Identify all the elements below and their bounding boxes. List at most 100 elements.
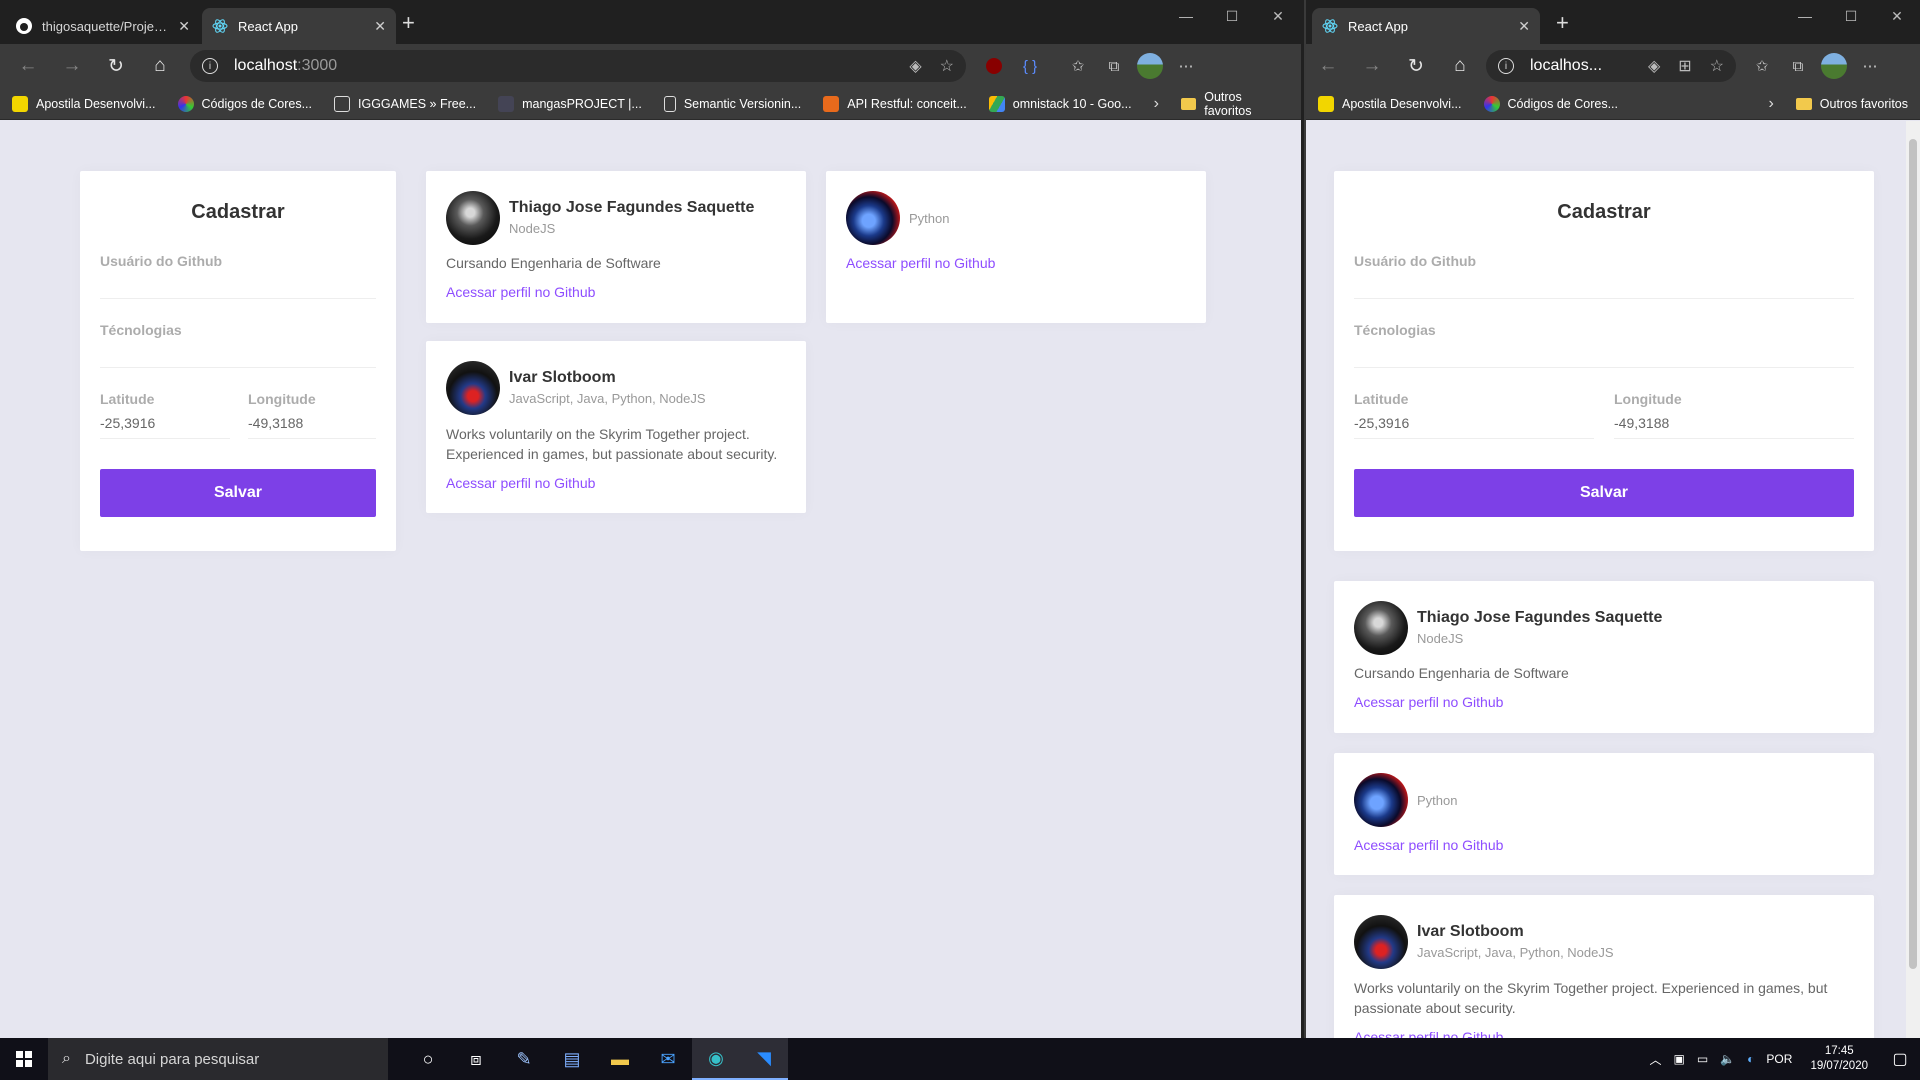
language-indicator[interactable]: POR	[1766, 1052, 1792, 1066]
minimize-icon[interactable]: —	[1163, 0, 1209, 32]
github-username-input[interactable]	[100, 267, 376, 299]
clock[interactable]: 17:45 19/07/2020	[1810, 1044, 1868, 1074]
app-icon[interactable]: ▤	[548, 1038, 596, 1080]
scrollbar-thumb[interactable]	[1909, 139, 1917, 969]
date: 19/07/2020	[1810, 1060, 1868, 1072]
close-window-icon[interactable]: ✕	[1255, 0, 1301, 32]
app-icon[interactable]: ✎	[500, 1038, 548, 1080]
close-window-icon[interactable]: ✕	[1874, 0, 1920, 32]
address-bar[interactable]: i localhos... ◈ ⊞ ☆	[1486, 50, 1736, 82]
refresh-icon[interactable]: ↻	[1394, 48, 1438, 84]
tray-app-icon[interactable]: ▣	[1674, 1052, 1685, 1066]
refresh-icon[interactable]: ↻	[94, 48, 138, 84]
collections-icon[interactable]: ⧉	[1780, 48, 1816, 84]
bookmark-icon	[1483, 95, 1500, 112]
address-bar[interactable]: i localhost :3000 ◈ ☆	[190, 50, 966, 82]
maximize-icon[interactable]: ☐	[1209, 0, 1255, 32]
chevron-up-icon[interactable]: ︿	[1650, 1051, 1662, 1068]
bookmark-icon	[498, 95, 515, 112]
form-title: Cadastrar	[191, 201, 285, 223]
bookmark-item[interactable]: Códigos de Cores...	[177, 95, 312, 112]
extension-icon[interactable]: { }	[1012, 48, 1048, 84]
window-controls: — ☐ ✕	[1163, 0, 1301, 32]
github-username-input[interactable]	[1354, 267, 1854, 299]
file-explorer-icon[interactable]: ▬	[596, 1038, 644, 1080]
notification-icon[interactable]: ▢	[1880, 1049, 1920, 1069]
bookmark-item[interactable]: mangasPROJECT |...	[498, 95, 642, 112]
longitude-input[interactable]: -49,3188	[1614, 407, 1854, 439]
task-view-icon[interactable]: ⧈	[452, 1038, 500, 1080]
dev-techs: Python	[1417, 793, 1458, 808]
github-profile-link[interactable]: Acessar perfil no Github	[1354, 1029, 1503, 1038]
close-icon[interactable]: ✕	[178, 18, 190, 35]
star-icon[interactable]: ☆	[940, 56, 954, 76]
forward-icon[interactable]: →	[1350, 48, 1394, 84]
bookmark-item[interactable]: Semantic Versionin...	[663, 95, 801, 112]
star-icon[interactable]: ☆	[1710, 56, 1724, 76]
new-tab-button[interactable]: +	[402, 12, 415, 34]
other-favorites[interactable]: Outros favoritos	[1180, 90, 1289, 118]
forward-icon[interactable]: →	[50, 48, 94, 84]
network-icon[interactable]: ▭	[1697, 1052, 1708, 1066]
tab-react-app[interactable]: React App ✕	[202, 8, 396, 44]
info-icon[interactable]: i	[202, 58, 218, 74]
info-icon[interactable]: i	[1498, 58, 1514, 74]
bookmark-item[interactable]: Apostila Desenvolvi...	[1318, 95, 1462, 112]
bookmark-item[interactable]: omnistack 10 - Goo...	[988, 95, 1132, 112]
profile-avatar[interactable]	[1816, 48, 1852, 84]
dev-card: Python Acessar perfil no Github	[1334, 753, 1874, 875]
bookmark-item[interactable]: IGGGAMES » Free...	[334, 95, 476, 112]
chevron-right-icon[interactable]: ›	[1768, 95, 1773, 113]
more-icon[interactable]: ⋯	[1168, 48, 1204, 84]
github-profile-link[interactable]: Acessar perfil no Github	[446, 475, 595, 491]
tab-react-app[interactable]: React App ✕	[1312, 8, 1540, 44]
cortana-icon[interactable]: ○	[404, 1038, 452, 1080]
back-icon[interactable]: ←	[6, 48, 50, 84]
mail-icon[interactable]: ✉	[644, 1038, 692, 1080]
bookmark-item[interactable]: Apostila Desenvolvi...	[12, 95, 156, 112]
latitude-input[interactable]: -25,3916	[1354, 407, 1594, 439]
profile-avatar[interactable]	[1132, 48, 1168, 84]
close-icon[interactable]: ✕	[374, 18, 386, 35]
extensions-icon[interactable]: ⊞	[1678, 56, 1691, 76]
dev-techs: NodeJS	[509, 221, 556, 236]
edge-icon[interactable]: ◉	[692, 1038, 740, 1080]
home-icon[interactable]: ⌂	[1438, 48, 1482, 84]
maximize-icon[interactable]: ☐	[1828, 0, 1874, 32]
minimize-icon[interactable]: —	[1782, 0, 1828, 32]
bookmark-item[interactable]: Códigos de Cores...	[1483, 95, 1618, 112]
longitude-input[interactable]: -49,3188	[248, 407, 376, 439]
chevron-right-icon[interactable]: ›	[1154, 95, 1159, 113]
close-icon[interactable]: ✕	[1518, 18, 1530, 35]
more-icon[interactable]: ⋯	[1852, 48, 1888, 84]
save-button[interactable]: Salvar	[100, 469, 376, 517]
new-tab-button[interactable]: +	[1556, 12, 1569, 34]
github-profile-link[interactable]: Acessar perfil no Github	[446, 284, 595, 300]
tab-github[interactable]: thigosaquette/ProjetoO: Projeto ✕	[6, 8, 200, 44]
bookmark-item[interactable]: API Restful: conceit...	[823, 95, 967, 112]
collections-icon[interactable]: ⧉	[1096, 48, 1132, 84]
github-profile-link[interactable]: Acessar perfil no Github	[846, 255, 995, 271]
other-favorites[interactable]: Outros favoritos	[1795, 97, 1908, 111]
tracking-icon[interactable]: ◈	[1648, 56, 1660, 76]
favorites-icon[interactable]: ✩	[1060, 48, 1096, 84]
github-profile-link[interactable]: Acessar perfil no Github	[1354, 694, 1503, 710]
github-profile-link[interactable]: Acessar perfil no Github	[1354, 837, 1503, 853]
taskbar-search[interactable]: ⌕ Digite aqui para pesquisar	[48, 1038, 388, 1080]
volume-icon[interactable]: 🔈	[1720, 1052, 1735, 1066]
page-viewport: Cadastrar Usuário do Github Técnologias …	[0, 121, 1301, 1038]
back-icon[interactable]: ←	[1306, 48, 1350, 84]
techs-input[interactable]	[100, 336, 376, 368]
save-button[interactable]: Salvar	[1354, 469, 1854, 517]
tray-app-icon[interactable]: ◐	[1747, 1052, 1754, 1066]
techs-input[interactable]	[1354, 336, 1854, 368]
scrollbar[interactable]	[1906, 121, 1920, 1038]
dev-name: Ivar Slotboom	[509, 369, 616, 386]
ublock-icon[interactable]	[976, 48, 1012, 84]
favorites-icon[interactable]: ✩	[1744, 48, 1780, 84]
tracking-icon[interactable]: ◈	[909, 56, 921, 76]
windows-start-icon[interactable]	[0, 1038, 48, 1080]
latitude-input[interactable]: -25,3916	[100, 407, 230, 439]
vscode-icon[interactable]: ◥	[740, 1038, 788, 1080]
home-icon[interactable]: ⌂	[138, 48, 182, 84]
